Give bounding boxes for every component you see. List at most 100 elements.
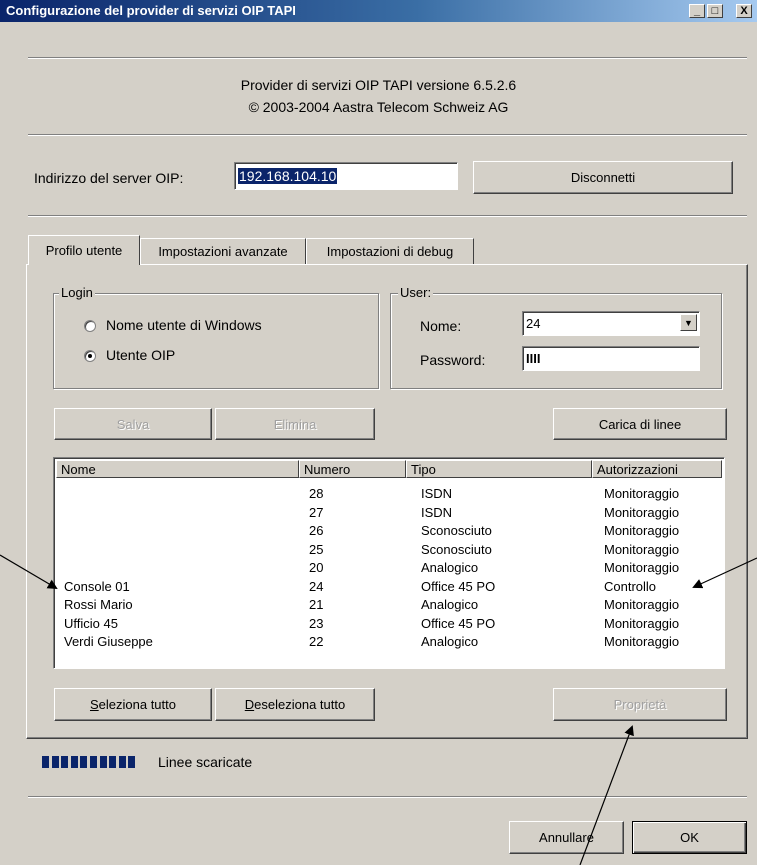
cell-nome: Ufficio 45 [64,615,118,631]
progress-segment [128,756,136,768]
column-header-tipo[interactable]: Tipo [406,460,592,478]
cell-nome: Rossi Mario [64,597,133,612]
divider [28,57,747,59]
column-header-numero[interactable]: Numero [299,460,406,478]
table-row[interactable]: Rossi Mario 21 Analogico Monitoraggio [54,597,724,615]
server-address-input[interactable]: 192.168.104.10 [234,162,458,190]
maximize-button[interactable]: □ [707,4,723,18]
cell-numero: 20 [309,560,324,575]
cell-numero: 24 [309,578,324,594]
cell-autorizzazioni: Monitoraggio [604,560,680,575]
tab-join [29,263,139,266]
cell-tipo: ISDN [421,486,453,501]
dialog-window: Configurazione del provider di servizi O… [0,0,757,865]
cell-tipo: Office 45 PO [421,578,496,594]
title-bar[interactable]: Configurazione del provider di servizi O… [0,0,757,22]
progress-segment [90,756,97,768]
table-row[interactable]: 27 ISDN Monitoraggio [54,505,724,523]
cell-autorizzazioni: Monitoraggio [604,597,680,612]
progress-segment [51,756,59,768]
user-name-combo[interactable]: 24 ▼ [522,311,700,336]
radio-oip-user[interactable] [84,350,96,362]
server-address-label: Indirizzo del server OIP: [34,170,184,186]
cell-autorizzazioni: Controllo [604,578,657,594]
password-mask: IIII [526,351,541,366]
cell-numero: 22 [309,634,324,649]
table-row[interactable]: Console 01 24 Office 45 PO Controllo [54,579,724,597]
lines-table[interactable]: Nome Numero Tipo Autorizzazioni 28 ISDN Mo… [53,457,725,669]
cancel-button[interactable]: Annullare [509,821,624,854]
cell-tipo: Sconosciuto [421,523,492,538]
ok-button[interactable]: OK [632,821,747,854]
user-name-value: 24 [526,316,541,331]
divider [28,134,747,136]
tab-impostazioni-avanzate[interactable]: Impostazioni avanzate [140,238,306,264]
cell-numero: 28 [309,486,324,501]
deselect-all-button[interactable]: Deseleziona tutto [215,688,375,721]
select-all-mnemonic: S [89,697,99,712]
cell-numero: 21 [309,597,324,612]
minimize-button[interactable]: _ [689,4,705,18]
properties-button[interactable]: Proprietà [553,688,727,721]
password-label: Password: [420,352,486,368]
cell-autorizzazioni: Monitoraggio [604,486,680,501]
tab-impostazioni-debug[interactable]: Impostazioni di debug [306,238,474,264]
tab-profilo-utente[interactable]: Profilo utente [28,235,140,265]
progress-segment [80,756,88,768]
table-row[interactable]: Ufficio 45 23 Office 45 PO Monitoraggio [54,616,724,634]
user-group-label: User: [398,285,434,300]
chevron-down-icon[interactable]: ▼ [680,314,697,331]
cell-nome: Console 01 [64,578,130,594]
user-group [390,293,722,389]
table-row[interactable]: 25 Sconosciuto Monitoraggio [54,542,724,560]
progress-segment [70,756,78,768]
login-group-label: Login [59,285,95,300]
divider [28,796,747,798]
select-all-button[interactable]: Seleziona tutto [54,688,212,721]
cell-autorizzazioni: Monitoraggio [604,541,680,557]
cell-numero: 27 [309,504,324,520]
cell-tipo: Office 45 PO [421,615,496,631]
progress-segment [99,756,107,768]
cell-autorizzazioni: Monitoraggio [604,523,680,538]
deselect-all-mnemonic: D [244,697,255,712]
load-lines-button[interactable]: Carica di linee [553,408,727,440]
cell-nome: Verdi Giuseppe [64,634,153,649]
cell-autorizzazioni: Monitoraggio [604,504,680,520]
table-row[interactable]: 28 ISDN Monitoraggio [54,486,724,504]
cell-tipo: Sconosciuto [421,541,492,557]
cell-numero: 26 [309,523,324,538]
password-field[interactable]: IIII [522,346,700,371]
cell-tipo: Analogico [421,634,479,649]
status-text: Linee scaricate [158,754,253,770]
login-group [53,293,379,389]
copyright-text: © 2003-2004 Aastra Telecom Schweiz AG [248,99,509,115]
progress-segment [118,756,126,768]
table-row[interactable]: 26 Sconosciuto Monitoraggio [54,523,724,541]
deselect-all-text: eseleziona tutto [254,697,346,712]
radio-windows-user[interactable] [84,320,96,332]
delete-button[interactable]: Elimina [215,408,375,440]
close-button[interactable]: X [736,4,752,18]
tab-label: Impostazioni di debug [326,244,454,259]
cell-autorizzazioni: Monitoraggio [604,634,680,649]
column-header-autorizzazioni[interactable]: Autorizzazioni [592,460,722,478]
cell-numero: 23 [309,615,324,631]
progress-segment [109,756,117,768]
cell-autorizzazioni: Monitoraggio [604,615,680,631]
column-header-nome[interactable]: Nome [56,460,299,478]
divider [28,215,747,217]
cell-numero: 25 [309,541,324,557]
radio-windows-label[interactable]: Nome utente di Windows [106,317,262,333]
save-button[interactable]: Salva [54,408,212,440]
version-text: Provider di servizi OIP TAPI versione 6.… [240,77,517,93]
cell-tipo: ISDN [421,504,453,520]
tab-label: Profilo utente [45,243,123,258]
radio-oip-label[interactable]: Utente OIP [106,347,175,363]
table-row[interactable]: Verdi Giuseppe 22 Analogico Monitoraggio [54,634,724,652]
disconnect-button[interactable]: Disconnetti [473,161,733,194]
server-address-value: 192.168.104.10 [238,168,338,184]
window-title: Configurazione del provider di servizi O… [6,3,296,18]
select-all-text: eleziona tutto [98,697,176,712]
table-row[interactable]: 20 Analogico Monitoraggio [54,560,724,578]
